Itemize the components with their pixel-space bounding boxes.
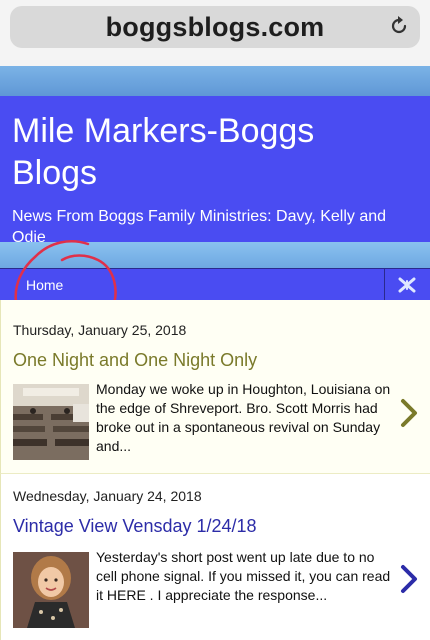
nav-bar: Home [0, 268, 430, 302]
post-title[interactable]: Vintage View Vensday 1/24/18 [13, 516, 257, 537]
post-snippet: Yesterday's short post went up late due … [96, 549, 391, 603]
post-item[interactable]: Thursday, January 25, 2018 One Night and… [0, 300, 430, 474]
header-stripe-lower [0, 242, 430, 268]
menu-toggle-icon [398, 277, 416, 293]
blog-header: Mile Markers-Boggs Blogs News From Boggs… [0, 96, 430, 246]
church-interior-photo[interactable] [13, 384, 89, 460]
reload-icon[interactable] [388, 15, 410, 37]
post-snippet: Monday we woke up in Houghton, Louisiana… [96, 381, 391, 454]
post-date: Wednesday, January 24, 2018 [13, 488, 202, 504]
nav-toggle-button[interactable] [384, 269, 430, 301]
post-date: Thursday, January 25, 2018 [13, 322, 187, 338]
address-bar[interactable]: boggsblogs.com [10, 6, 420, 48]
url-text[interactable]: boggsblogs.com [10, 12, 420, 43]
chevron-right-icon[interactable] [399, 398, 419, 428]
browser-bar: boggsblogs.com [0, 0, 430, 66]
blog-title[interactable]: Mile Markers-Boggs Blogs [12, 110, 392, 194]
post-title[interactable]: One Night and One Night Only [13, 350, 257, 371]
post-item[interactable]: Wednesday, January 24, 2018 Vintage View… [0, 474, 430, 640]
header-stripe [0, 66, 430, 96]
child-portrait-photo[interactable] [13, 552, 89, 628]
chevron-right-icon[interactable] [399, 564, 419, 594]
nav-home-link[interactable]: Home [0, 269, 100, 301]
